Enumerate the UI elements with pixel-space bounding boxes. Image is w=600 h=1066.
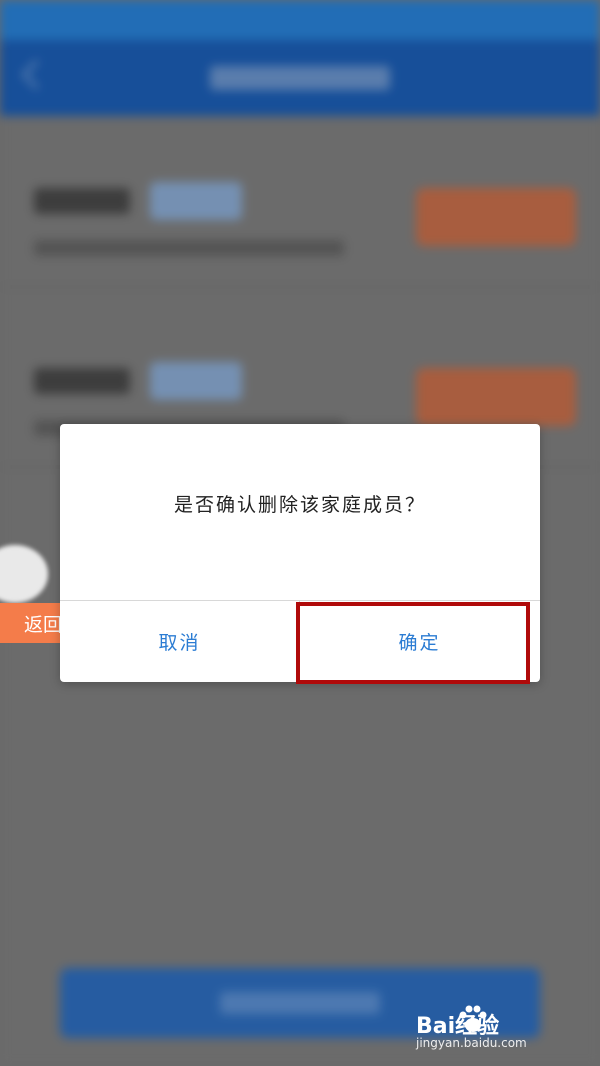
baidu-jingyan-watermark: Bai经验 jingyan.baidu.com: [416, 1000, 566, 1056]
cancel-button[interactable]: 取消: [60, 601, 299, 682]
dialog-message: 是否确认删除该家庭成员？: [173, 494, 426, 516]
highlight-box: [296, 602, 530, 684]
paw-logo-icon: [459, 1005, 487, 1032]
floating-back-label: 返回: [23, 613, 62, 636]
watermark-site: jingyan.baidu.com: [416, 1036, 527, 1050]
